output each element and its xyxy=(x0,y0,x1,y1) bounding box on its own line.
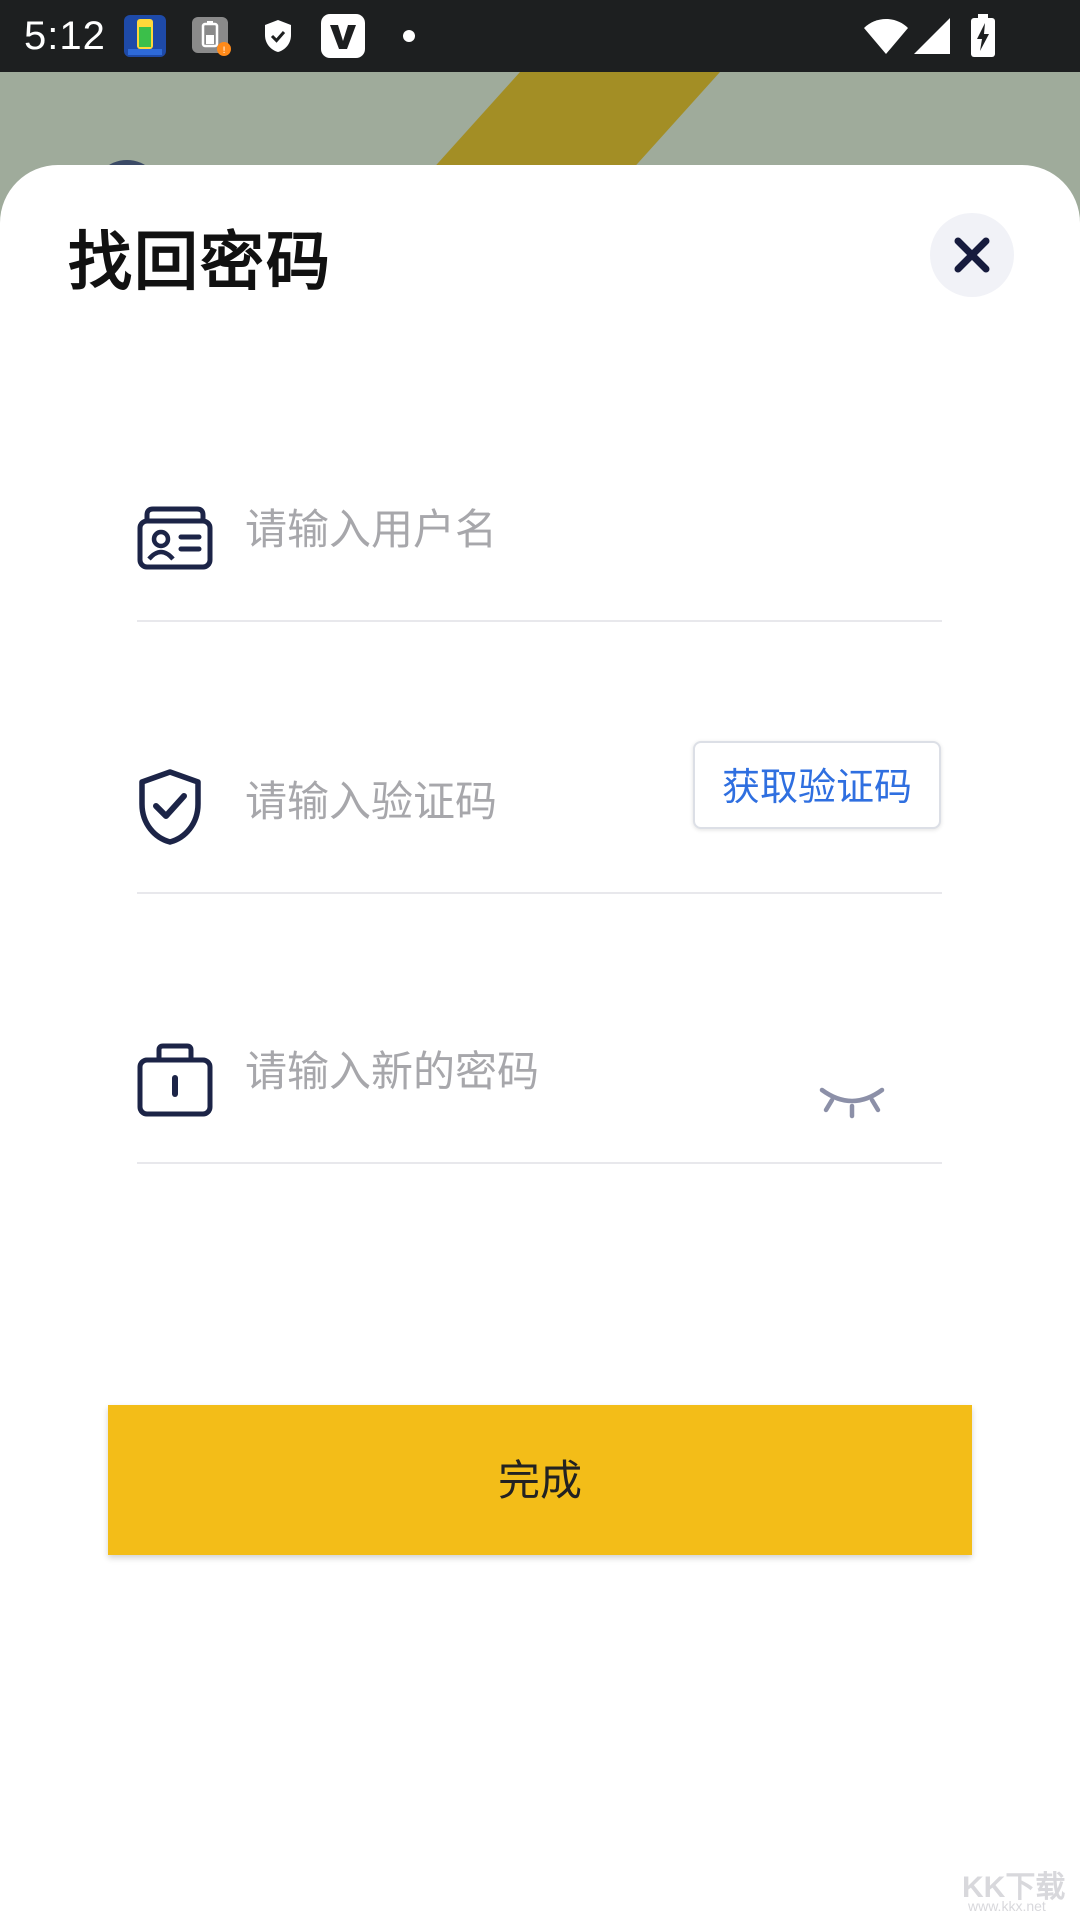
eye-closed-icon xyxy=(819,1087,885,1119)
v-app-icon xyxy=(320,0,366,72)
battery-charging-icon xyxy=(970,0,996,72)
username-input[interactable] xyxy=(245,500,685,560)
new-password-input[interactable] xyxy=(245,1042,685,1102)
cell-signal-icon xyxy=(912,0,952,72)
shield-check-icon xyxy=(139,769,201,845)
lock-icon xyxy=(137,1043,213,1117)
code-input[interactable] xyxy=(245,772,685,832)
close-button[interactable] xyxy=(930,213,1014,297)
status-time: 5:12 xyxy=(24,14,106,58)
password-visibility-toggle[interactable] xyxy=(818,1080,886,1124)
sheet-title: 找回密码 xyxy=(68,226,332,300)
battery-alert-icon: ! xyxy=(190,0,232,72)
svg-text:!: ! xyxy=(222,46,226,56)
get-code-button[interactable]: 获取验证码 xyxy=(693,741,941,829)
wifi-icon xyxy=(862,0,910,72)
close-icon xyxy=(954,237,990,273)
app-notification-icon xyxy=(122,0,168,72)
submit-button[interactable]: 完成 xyxy=(108,1405,972,1555)
status-bar: 5:12 ! xyxy=(0,0,1080,72)
dot-icon xyxy=(402,0,416,72)
watermark-url: www.kkx.net xyxy=(968,1898,1046,1914)
shield-icon xyxy=(262,0,294,72)
username-field xyxy=(137,490,942,622)
id-card-icon xyxy=(137,506,213,570)
